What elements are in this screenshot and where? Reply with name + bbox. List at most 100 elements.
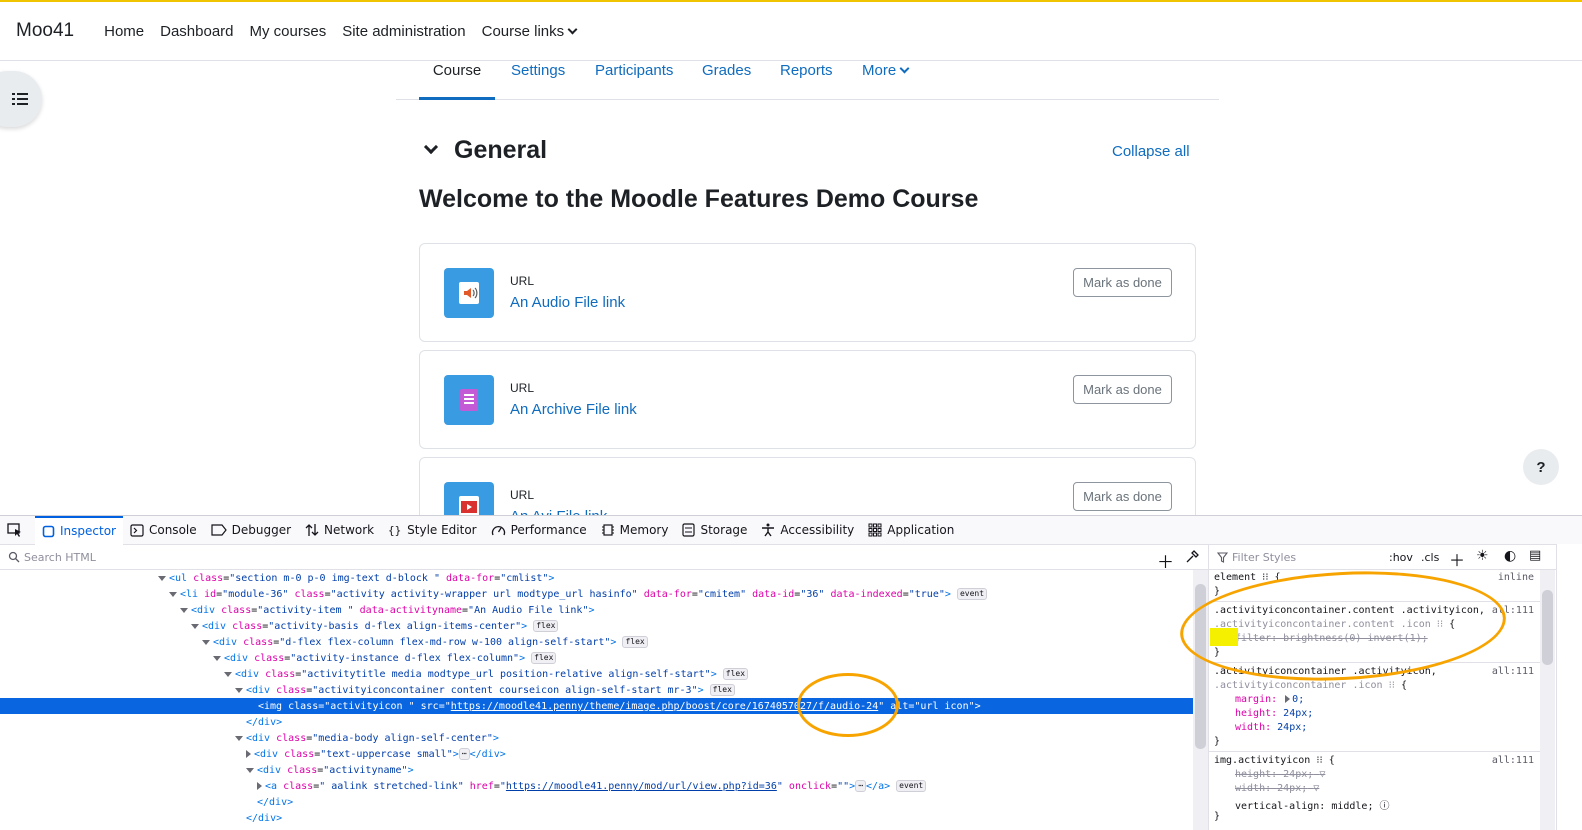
mark-as-done-button[interactable]: Mark as done [1073,482,1172,511]
rule-declaration[interactable]: margin: 0; [1235,694,1304,705]
memory-chip-icon [601,524,614,536]
rule-selector[interactable]: img.activityicon ⁝⁝ { [1214,755,1335,766]
rule-selector[interactable]: .activityiconcontainer .icon ⁝⁝ { [1214,680,1407,691]
section-toggle[interactable]: General [423,136,547,165]
tab-storage[interactable]: Storage [675,516,754,545]
markup-node[interactable]: <a class=" aalink stretched-link" href="… [0,778,1193,794]
flex-badge[interactable]: flex [533,620,559,632]
event-badge[interactable]: event [896,780,927,792]
activity-item: URL An Audio File link Mark as done [419,243,1196,342]
tab-application-label: Application [887,523,955,537]
rule-source[interactable]: all:111 [1492,666,1534,677]
activity-link[interactable]: An Archive File link [510,401,637,418]
tab-network[interactable]: Network [298,516,381,545]
tab-console[interactable]: Console [123,516,204,545]
scrollbar-thumb[interactable] [1542,590,1553,665]
chevron-down-icon [899,63,910,74]
nav-dashboard[interactable]: Dashboard [160,23,233,40]
markup-node[interactable]: <div class="activityname"> [0,762,1193,778]
markup-tree: <ul class="section m-0 p-0 img-text d-bl… [0,570,1193,830]
flex-badge[interactable]: flex [709,684,735,696]
nav-home[interactable]: Home [104,23,144,40]
markup-node[interactable]: <div class="activitytitle media modtype_… [0,666,1193,682]
search-html-input[interactable]: Search HTML [24,551,96,564]
activity-item: URL An Archive File link Mark as done [419,350,1196,449]
tab-application[interactable]: Application [861,516,961,545]
add-rule-button[interactable]: ＋ [1449,547,1465,571]
markup-node[interactable]: <li id="module-36" class="activity activ… [0,586,1193,602]
mark-as-done-button[interactable]: Mark as done [1073,268,1172,297]
tab-storage-label: Storage [700,523,748,537]
tab-course[interactable]: Course [419,62,495,100]
markup-node[interactable]: <div class="activity-instance d-flex fle… [0,650,1193,666]
help-button[interactable]: ? [1523,449,1559,485]
element-picker-button[interactable] [0,516,35,545]
tab-debugger[interactable]: Debugger [204,516,298,545]
markup-node[interactable]: <div class="activityiconcontainer conten… [0,682,1193,698]
tab-grades[interactable]: Grades [702,62,751,100]
cls-toggle[interactable]: .cls [1421,551,1439,564]
tab-participants[interactable]: Participants [595,62,673,100]
markup-node[interactable]: <div class="text-uppercase small"> ⋯ </div… [0,746,1193,762]
archive-icon [444,375,494,425]
hov-toggle[interactable]: :hov [1389,551,1413,564]
info-icon[interactable]: ⓘ [1380,801,1390,812]
nav-course-links[interactable]: Course links [482,23,578,40]
tab-settings[interactable]: Settings [511,62,565,100]
tab-memory[interactable]: Memory [594,516,676,545]
filter-styles-input[interactable]: Filter Styles [1232,551,1296,564]
activity-link[interactable]: An Audio File link [510,294,625,311]
markup-node[interactable]: <ul class="section m-0 p-0 img-text d-bl… [0,570,1193,586]
collapse-all-link[interactable]: Collapse all [1112,143,1190,160]
rules-scrollbar[interactable] [1540,570,1555,830]
list-icon [12,93,28,105]
tab-memory-label: Memory [619,523,669,537]
tab-performance[interactable]: Performance [484,516,594,545]
light-mode-icon[interactable]: ☀ [1476,548,1489,564]
markup-node[interactable]: </div> [0,810,1193,826]
markup-node[interactable]: <div class="media-body align-self-center… [0,730,1193,746]
course-index-drawer-button[interactable] [0,71,42,127]
rule-source[interactable]: inline [1498,572,1534,583]
tab-style-editor[interactable]: {} Style Editor [381,516,483,545]
tab-inspector[interactable]: Inspector [35,515,123,545]
markup-node[interactable]: <div class="d-flex flex-column flex-md-r… [0,634,1193,650]
rule-source[interactable]: all:111 [1492,755,1534,766]
tab-reports[interactable]: Reports [780,62,833,100]
rule-close: } [1214,811,1221,822]
rule-declaration-overridden[interactable]: height: 24px; ▽ [1235,769,1325,780]
nav-my-courses[interactable]: My courses [250,23,327,40]
rule-declaration[interactable]: height: 24px; [1235,708,1313,719]
activity-type: URL [510,381,535,395]
rule-declaration[interactable]: width: 24px; [1235,722,1307,733]
flex-badge[interactable]: flex [722,668,749,680]
debugger-icon [211,524,227,536]
markup-node[interactable]: <div class="activity-item " data-activit… [0,602,1193,618]
eyedropper-icon[interactable] [1185,550,1199,564]
print-media-icon[interactable]: ▤ [1529,548,1541,563]
tab-accessibility-label: Accessibility [780,523,855,537]
console-icon [130,523,144,537]
contrast-icon[interactable]: ◐ [1504,548,1516,564]
flex-badge[interactable]: flex [622,636,648,648]
site-brand[interactable]: Moo41 [16,20,74,42]
style-editor-icon: {} [388,524,401,537]
tab-network-label: Network [324,523,375,537]
course-secondary-nav: Course Settings Participants Grades Repo… [396,62,1219,100]
chevron-down-icon [567,24,578,34]
tab-accessibility[interactable]: Accessibility [754,516,861,545]
mark-as-done-button[interactable]: Mark as done [1073,375,1172,404]
tab-more[interactable]: More [862,62,910,100]
flex-badge[interactable]: flex [531,652,557,664]
rule-declaration-overridden[interactable]: width: 24px; ▽ [1235,783,1319,794]
event-badge[interactable]: event [956,588,988,600]
markup-node-selected[interactable]: <img class="activityicon " src="https://… [0,698,1193,714]
rule-close: } [1214,736,1221,747]
nav-site-administration[interactable]: Site administration [342,23,465,40]
rule-declaration[interactable]: vertical-align: middle; ⓘ [1235,797,1390,812]
audio-icon [444,268,494,318]
markup-node[interactable]: </div> [0,794,1193,810]
markup-node[interactable]: </div> [0,714,1193,730]
accessibility-icon [762,523,775,537]
markup-node[interactable]: <div class="activity-basis d-flex align-… [0,618,1193,634]
